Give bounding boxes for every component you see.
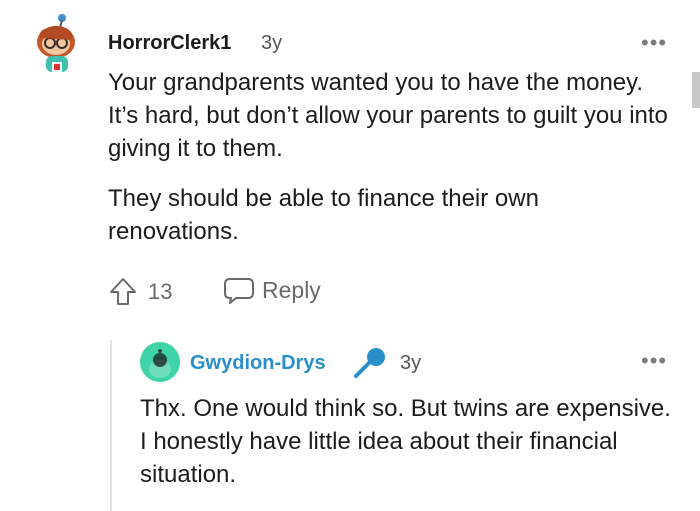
snoo-avatar-icon bbox=[37, 14, 75, 72]
commenter-avatar[interactable] bbox=[34, 14, 80, 76]
reply-button[interactable]: Reply bbox=[222, 274, 332, 308]
reply-timestamp: 3y bbox=[400, 352, 422, 374]
upvote-button[interactable]: 13 bbox=[108, 274, 178, 308]
more-options-icon[interactable]: ••• bbox=[641, 30, 667, 56]
reply-label: Reply bbox=[262, 277, 321, 303]
reply-body: Thx. One would think so. But twins are e… bbox=[140, 395, 671, 488]
comment-paragraph-1: Your grandparents wanted you to have the… bbox=[108, 69, 668, 162]
comment-paragraph-2: They should be able to finance their own… bbox=[108, 185, 539, 245]
thread-line[interactable] bbox=[110, 340, 112, 511]
microphone-icon bbox=[354, 348, 385, 378]
comment-timestamp: 3y bbox=[261, 32, 283, 54]
reply-username[interactable]: Gwydion-Drys bbox=[190, 352, 326, 375]
upvote-icon bbox=[110, 278, 136, 305]
snoo-avatar-icon bbox=[140, 342, 180, 382]
comment-bubble-icon bbox=[224, 278, 254, 304]
upvote-count: 13 bbox=[148, 279, 173, 304]
more-options-icon[interactable]: ••• bbox=[641, 348, 667, 374]
comment-username[interactable]: HorrorClerk1 bbox=[108, 32, 231, 55]
reply-avatar[interactable] bbox=[140, 342, 180, 382]
scrollbar-thumb[interactable] bbox=[692, 72, 700, 108]
